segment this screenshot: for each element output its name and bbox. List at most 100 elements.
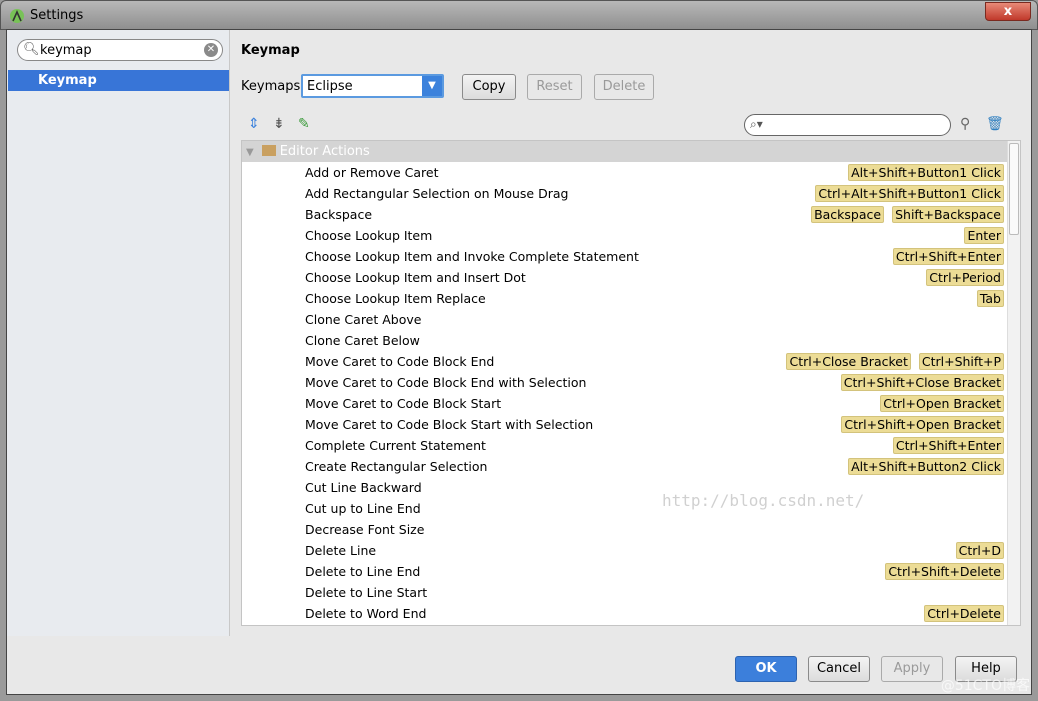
action-name: Add Rectangular Selection on Mouse Drag [305, 186, 569, 201]
keymap-select-value: Eclipse [307, 79, 353, 94]
shortcut-badge: Ctrl+Shift+Open Bracket [841, 416, 1004, 433]
shortcut-list: Ctrl+Open Bracket [880, 395, 1004, 412]
shortcut-list: Ctrl+Alt+Shift+Button1 Click [815, 185, 1004, 202]
expand-all-icon[interactable]: ⇕ [248, 116, 260, 132]
action-name: Choose Lookup Item [305, 228, 433, 243]
sidebar-item-keymap[interactable]: Keymap [8, 70, 229, 91]
action-row[interactable]: Clone Caret Below [242, 330, 1020, 351]
shortcut-list: Tab [976, 290, 1004, 307]
vertical-scrollbar[interactable] [1007, 141, 1020, 625]
action-row[interactable]: Complete Current Statement Ctrl+Shift+Ent… [242, 435, 1020, 456]
action-name: Move Caret to Code Block Start [305, 396, 502, 411]
search-value: keymap [40, 43, 92, 58]
action-row[interactable]: Add or Remove Caret Alt+Shift+Button1 Cli… [242, 162, 1020, 183]
action-name: Choose Lookup Item and Insert Dot [305, 270, 526, 285]
action-row[interactable]: Choose Lookup Item and Invoke Complete S… [242, 246, 1020, 267]
tree-group-editor-actions[interactable]: ▼ Editor Actions [242, 141, 1020, 162]
copy-button[interactable]: Copy [462, 74, 516, 100]
shortcut-badge: Ctrl+Shift+Enter [892, 437, 1004, 454]
action-row[interactable]: Move Caret to Code Block Start Ctrl+Open … [242, 393, 1020, 414]
action-row[interactable]: Add Rectangular Selection on Mouse Drag C… [242, 183, 1020, 204]
page-title: Keymap [241, 43, 300, 58]
action-row[interactable]: Cut up to Line End [242, 498, 1020, 519]
shortcut-badge: Backspace [811, 206, 885, 223]
action-name: Delete to Line End [305, 564, 421, 579]
action-row[interactable]: Decrease Font Size [242, 519, 1020, 540]
watermark: http://blog.csdn.net/ [662, 491, 865, 510]
action-row[interactable]: Create Rectangular Selection Alt+Shift+Bu… [242, 456, 1020, 477]
action-name: Decrease Font Size [305, 522, 425, 537]
cancel-button[interactable]: Cancel [808, 656, 870, 682]
apply-button[interactable]: Apply [881, 656, 943, 682]
chevron-down-icon[interactable]: ▼ [422, 76, 442, 96]
shortcut-badge: Ctrl+Shift+Close Bracket [840, 374, 1004, 391]
shortcut-list: Ctrl+Shift+Open Bracket [841, 416, 1004, 433]
action-name: Cut up to Line End [305, 501, 421, 516]
shortcut-badge: Ctrl+Close Bracket [786, 353, 911, 370]
settings-search-input[interactable]: 🔍︎ keymap ✕ [17, 39, 223, 61]
action-name: Move Caret to Code Block End [305, 354, 495, 369]
sidebar: 🔍︎ keymap ✕ Keymap [7, 30, 230, 636]
clear-search-icon[interactable]: ✕ [204, 43, 218, 57]
action-row[interactable]: Choose Lookup Item and Insert Dot Ctrl+Pe… [242, 267, 1020, 288]
action-name: Delete to Word End [305, 606, 427, 621]
shortcut-list: Ctrl+Period [926, 269, 1004, 286]
trash-icon[interactable]: 🗑︎ [986, 116, 1004, 132]
action-name: Move Caret to Code Block Start with Sele… [305, 417, 594, 432]
shortcut-list: Ctrl+D [955, 542, 1004, 559]
action-name: Choose Lookup Item Replace [305, 291, 486, 306]
shortcut-badge: Alt+Shift+Button1 Click [848, 164, 1004, 181]
ok-button[interactable]: OK [735, 656, 797, 682]
action-row[interactable]: Delete Line Ctrl+D [242, 540, 1020, 561]
expand-triangle-icon[interactable]: ▼ [246, 147, 254, 158]
window-title: Settings [30, 8, 84, 23]
shortcut-list: Ctrl+Close Bracket Ctrl+Shift+P [786, 353, 1004, 370]
corner-watermark: @51CTO博客 [940, 678, 1030, 694]
find-by-shortcut-icon[interactable]: ⚲ [960, 116, 970, 132]
shortcut-badge: Shift+Backspace [892, 206, 1004, 223]
action-row[interactable]: Clone Caret Above [242, 309, 1020, 330]
keymaps-label: Keymaps: [241, 79, 305, 94]
action-name: Create Rectangular Selection [305, 459, 488, 474]
search-icon: ⌕▾ [750, 117, 763, 131]
shortcut-list: Enter [964, 227, 1004, 244]
keymap-select[interactable]: Eclipse ▼ [301, 74, 444, 98]
action-name: Move Caret to Code Block End with Select… [305, 375, 587, 390]
action-row[interactable]: Choose Lookup Item Enter [242, 225, 1020, 246]
shortcut-badge: Ctrl+Period [926, 269, 1004, 286]
action-name: Delete to Line Start [305, 585, 428, 600]
action-name: Choose Lookup Item and Invoke Complete S… [305, 249, 639, 264]
action-name: Clone Caret Below [305, 333, 420, 348]
shortcut-badge: Enter [964, 227, 1004, 244]
shortcut-list: Alt+Shift+Button1 Click [848, 164, 1004, 181]
action-row[interactable]: Choose Lookup Item Replace Tab [242, 288, 1020, 309]
action-name: Backspace [305, 207, 373, 222]
shortcut-list: Ctrl+Shift+Enter [892, 248, 1004, 265]
collapse-all-icon[interactable]: ⇟ [273, 116, 285, 132]
shortcut-list: Backspace Shift+Backspace [811, 206, 1004, 223]
shortcut-list: Ctrl+Shift+Delete [885, 563, 1004, 580]
shortcut-badge: Ctrl+Open Bracket [880, 395, 1004, 412]
shortcut-badge: Ctrl+Alt+Shift+Button1 Click [815, 185, 1004, 202]
keymap-tree: ▼ Editor Actions Add or Remove Caret Alt+S… [241, 140, 1021, 626]
close-button[interactable]: x [985, 2, 1031, 21]
action-name: Delete Line [305, 543, 377, 558]
action-row[interactable]: Delete to Word End Ctrl+Delete [242, 603, 1020, 624]
action-row[interactable]: Cut Line Backward [242, 477, 1020, 498]
keymap-panel: Keymap Keymaps: Eclipse ▼ Copy Reset Del… [231, 30, 1031, 636]
delete-button[interactable]: Delete [594, 74, 654, 100]
reset-button[interactable]: Reset [527, 74, 582, 100]
scrollbar-thumb[interactable] [1009, 143, 1019, 235]
action-row[interactable]: Move Caret to Code Block End Ctrl+Close B… [242, 351, 1020, 372]
search-icon: 🔍︎ [23, 42, 40, 57]
action-row[interactable]: Move Caret to Code Block Start with Sele… [242, 414, 1020, 435]
settings-dialog: 🔍︎ keymap ✕ Keymap Keymap Keymaps: Eclip… [6, 29, 1032, 695]
edit-pencil-icon[interactable]: ✎ [298, 116, 310, 132]
action-search-input[interactable]: ⌕▾ [744, 114, 951, 136]
action-row[interactable]: Move Caret to Code Block End with Select… [242, 372, 1020, 393]
action-row[interactable]: Delete to Line Start [242, 582, 1020, 603]
action-name: Cut Line Backward [305, 480, 422, 495]
action-name: Clone Caret Above [305, 312, 422, 327]
action-row[interactable]: Delete to Line End Ctrl+Shift+Delete [242, 561, 1020, 582]
action-row[interactable]: Backspace Backspace Shift+Backspace [242, 204, 1020, 225]
